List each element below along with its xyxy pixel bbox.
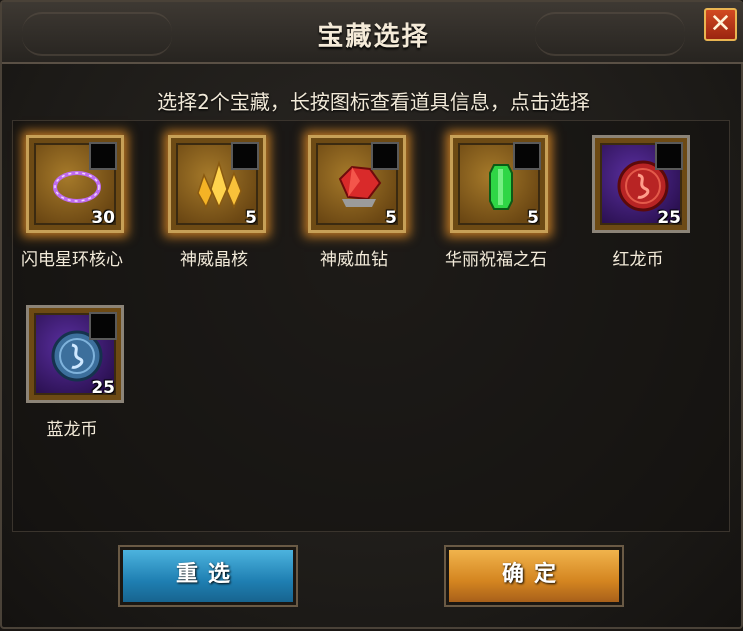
- select-checkbox[interactable]: [231, 142, 259, 170]
- item-count: 5: [245, 208, 257, 228]
- select-checkbox[interactable]: [371, 142, 399, 170]
- item-name: 华丽祝福之石: [445, 250, 547, 270]
- select-checkbox[interactable]: [655, 142, 683, 170]
- treasure-slot[interactable]: 5: [168, 135, 266, 233]
- item-name: 红龙币: [612, 250, 664, 270]
- select-checkbox[interactable]: [513, 142, 541, 170]
- treasure-slot[interactable]: 5: [308, 135, 406, 233]
- title-bar: 宝藏选择: [2, 2, 743, 64]
- treasure-select-window: 宝藏选择 ✕ 选择2个宝藏，长按图标查看道具信息，点击选择 30 闪电星环核心: [0, 0, 743, 629]
- item-count: 5: [385, 208, 397, 228]
- treasure-slot[interactable]: 25: [26, 305, 124, 403]
- item-name: 蓝龙币: [46, 420, 98, 440]
- window-title: 宝藏选择: [317, 22, 430, 52]
- item-name: 神威晶核: [180, 250, 248, 270]
- close-button[interactable]: ✕: [704, 8, 737, 41]
- item-count: 25: [91, 378, 115, 398]
- select-checkbox[interactable]: [89, 142, 117, 170]
- item-name: 神威血钻: [320, 250, 388, 270]
- reset-button[interactable]: 重选: [118, 545, 298, 607]
- item-count: 30: [91, 208, 115, 228]
- instructions-text: 选择2个宝藏，长按图标查看道具信息，点击选择: [157, 90, 590, 114]
- treasure-slot[interactable]: 5: [450, 135, 548, 233]
- item-name: 闪电星环核心: [21, 250, 123, 270]
- select-checkbox[interactable]: [89, 312, 117, 340]
- confirm-button[interactable]: 确定: [444, 545, 624, 607]
- item-count: 5: [527, 208, 539, 228]
- treasure-slot[interactable]: 30: [26, 135, 124, 233]
- treasure-slot[interactable]: 25: [592, 135, 690, 233]
- close-x-icon: ✕: [709, 9, 732, 39]
- item-count: 25: [657, 208, 681, 228]
